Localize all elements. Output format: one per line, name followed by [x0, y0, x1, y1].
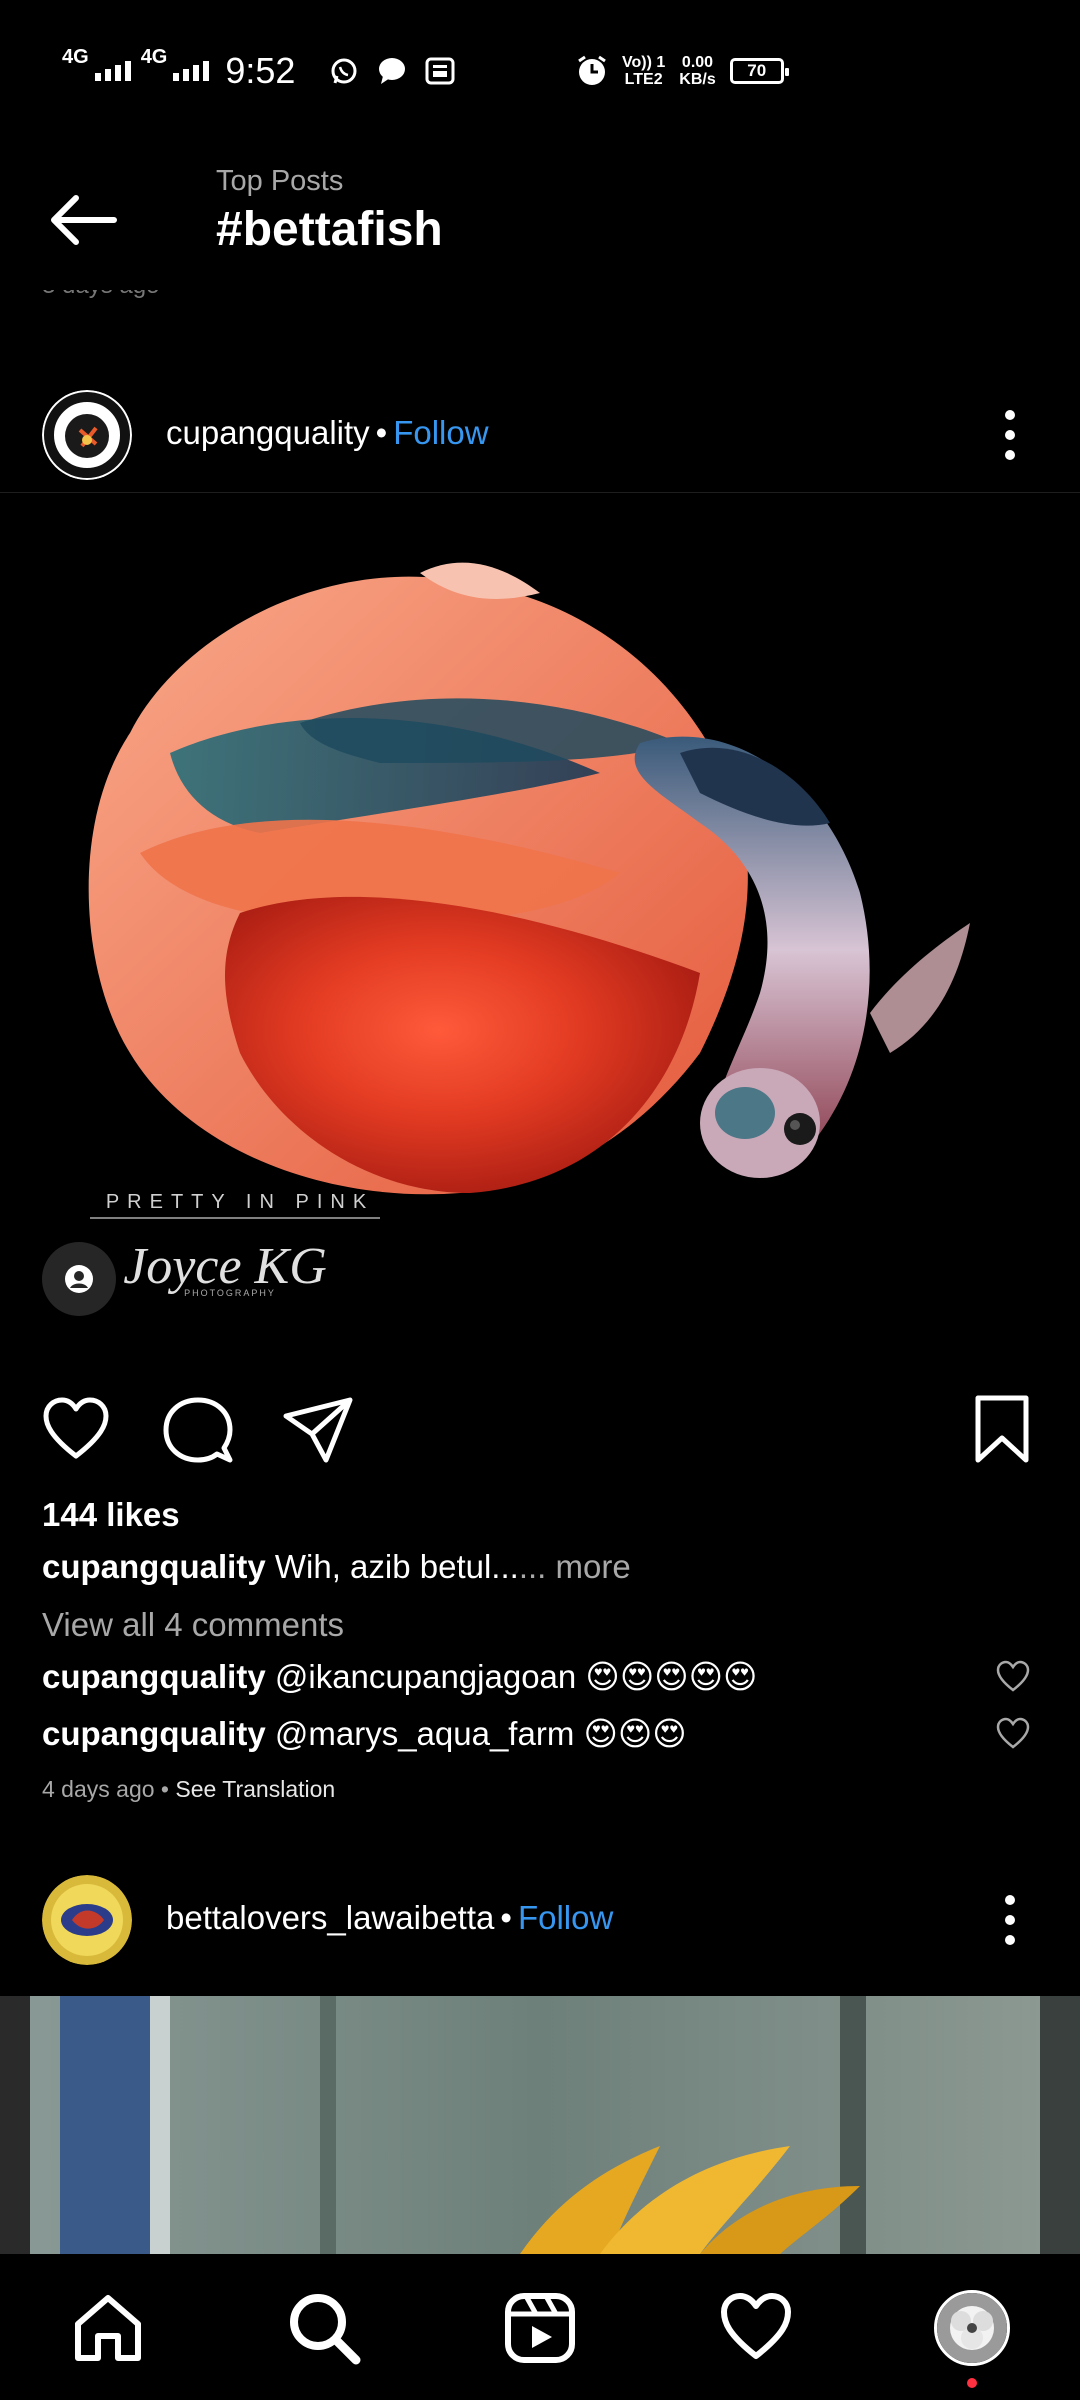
more-options-icon[interactable] [1000, 410, 1020, 460]
more-options-icon[interactable] [1000, 1895, 1020, 1945]
network-type-1: 4G [62, 46, 89, 68]
activity-heart-icon[interactable] [718, 2290, 794, 2366]
image-signature-sub: PHOTOGRAPHY [184, 1288, 276, 1298]
comment-row: cupangquality @ikancupangjagoan 😍😍😍😍😍 [42, 1657, 757, 1696]
caption-more-link[interactable]: ... more [519, 1548, 631, 1585]
separator-dot: • [375, 414, 388, 451]
notification-dot [967, 2378, 977, 2388]
comment-text: @ikancupangjagoan 😍😍😍😍😍 [274, 1658, 758, 1695]
comment-text: @marys_aqua_farm 😍😍😍 [274, 1715, 687, 1752]
image-signature: Joyce KG [123, 1238, 327, 1295]
net-speed-unit: KB/s [679, 71, 716, 88]
alarm-icon [578, 55, 606, 85]
tagged-users-button[interactable] [42, 1242, 116, 1316]
reels-icon[interactable] [502, 2290, 578, 2366]
battery-level: 70 [747, 61, 767, 80]
volte-top: Vo)) 1 [622, 54, 666, 71]
like-heart-icon[interactable] [40, 1394, 112, 1466]
chat-bubble-icon [379, 58, 406, 84]
volte-indicator: Vo)) 1 LTE2 [622, 54, 665, 88]
post-header: cupangquality • Follow [0, 370, 1080, 490]
caption-text: Wih, azib betul... [274, 1548, 519, 1585]
comment-row: cupangquality @marys_aqua_farm 😍😍😍 [42, 1714, 687, 1753]
save-bookmark-icon[interactable] [966, 1394, 1038, 1466]
post-image[interactable] [0, 1996, 1080, 2254]
search-icon[interactable] [286, 2290, 362, 2366]
net-speed: 0.00 KB/s [679, 54, 715, 88]
post-user-line: cupangquality • Follow [166, 414, 489, 452]
comment-like-heart-icon[interactable] [996, 1717, 1030, 1751]
signal-1-icon: 4G [62, 47, 131, 81]
post-user-line: bettalovers_lawaibetta • Follow [166, 1899, 613, 1937]
caption-username[interactable]: cupangquality [42, 1548, 266, 1585]
bottom-navigation [0, 2254, 1080, 2400]
likes-count[interactable]: 144 likes [42, 1496, 180, 1534]
post-username[interactable]: cupangquality [166, 414, 370, 451]
post-username[interactable]: bettalovers_lawaibetta [166, 1899, 494, 1936]
page-title: #bettafish [216, 203, 443, 256]
network-type-2: 4G [140, 46, 168, 68]
back-arrow-icon[interactable] [46, 190, 120, 250]
avatar[interactable] [42, 1875, 132, 1965]
comment-username[interactable]: cupangquality [42, 1658, 266, 1695]
separator-dot: • [160, 1776, 169, 1802]
follow-button[interactable]: Follow [518, 1899, 613, 1936]
caption: cupangquality Wih, azib betul...... more [42, 1548, 631, 1586]
post-time-line: 4 days ago • See Translation [42, 1776, 335, 1803]
comment-like-heart-icon[interactable] [996, 1660, 1030, 1694]
page-subtitle: Top Posts [216, 165, 344, 197]
follow-button[interactable]: Follow [393, 414, 488, 451]
share-send-icon[interactable] [282, 1394, 354, 1466]
top-bar: Top Posts #bettafish [0, 140, 1080, 290]
separator-dot: • [500, 1899, 512, 1936]
home-icon[interactable] [70, 2290, 146, 2366]
avatar[interactable] [42, 390, 132, 480]
net-speed-value: 0.00 [681, 54, 714, 71]
user-icon [65, 1265, 93, 1293]
post-time: 4 days ago [42, 1776, 155, 1802]
gallery-icon [425, 57, 455, 85]
see-translation-link[interactable]: See Translation [175, 1776, 335, 1802]
comment-username[interactable]: cupangquality [42, 1715, 266, 1752]
profile-avatar[interactable] [934, 2290, 1010, 2366]
battery-icon: 70 [729, 58, 789, 84]
post-header: bettalovers_lawaibetta • Follow [0, 1855, 1080, 1975]
volte-bottom: LTE2 [624, 71, 663, 88]
clock: 9:52 [225, 50, 296, 91]
view-all-comments-link[interactable]: View all 4 comments [42, 1606, 344, 1644]
signal-2-icon: 4G [141, 47, 210, 81]
post-actions [0, 1380, 1080, 1480]
whatsapp-icon [331, 58, 357, 84]
post-image[interactable]: PRETTY IN PINK Joyce KG PHOTOGRAPHY [0, 493, 1080, 1373]
status-bar: 4G 4G 9:52 Vo)) 1 LTE2 0.00 KB/s 70 [0, 0, 1080, 140]
comment-icon[interactable] [162, 1394, 234, 1466]
image-watermark-title: PRETTY IN PINK [106, 1191, 374, 1213]
